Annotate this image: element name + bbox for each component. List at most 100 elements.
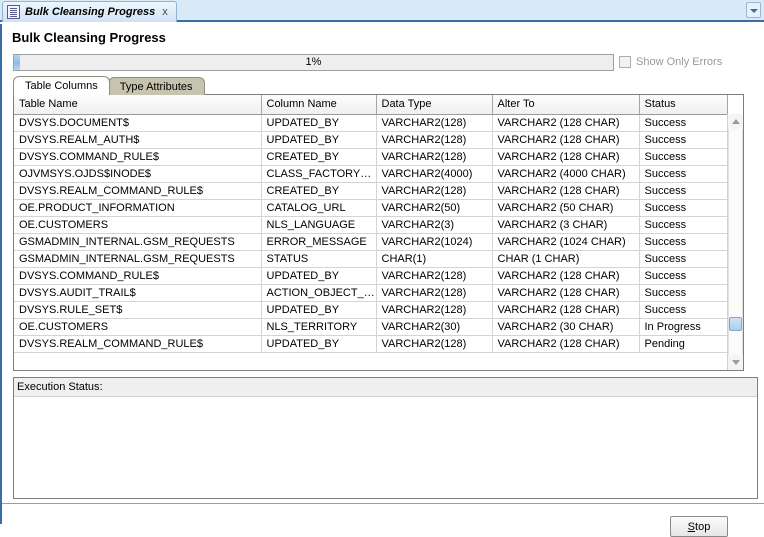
column-header-table-name[interactable]: Table Name bbox=[14, 95, 262, 115]
table-cell-c4: Success bbox=[639, 148, 728, 166]
table-cell-c3: VARCHAR2 (128 CHAR) bbox=[492, 114, 640, 132]
table-cell-c1: UPDATED_BY bbox=[261, 267, 377, 285]
table-cell-c4: Success bbox=[639, 284, 728, 302]
table-row[interactable]: DVSYS.REALM_COMMAND_RULE$ UPDATED_BY VARCH… bbox=[14, 335, 728, 353]
table-cell-c0: DVSYS.COMMAND_RULE$ bbox=[14, 148, 262, 166]
table-cell-c3: VARCHAR2 (128 CHAR) bbox=[492, 335, 640, 353]
table-cell-c1: ERROR_MESSAGE bbox=[261, 233, 377, 251]
table-cell-c3: VARCHAR2 (128 CHAR) bbox=[492, 267, 640, 285]
table-cell-c1: NLS_LANGUAGE bbox=[261, 216, 377, 234]
table-cell-c4: Success bbox=[639, 165, 728, 183]
results-table-container: Table Name Column Name Data Type Alter T… bbox=[13, 94, 744, 371]
column-header-column-name[interactable]: Column Name bbox=[261, 95, 377, 115]
stop-button[interactable]: Stop bbox=[670, 516, 728, 537]
table-cell-c3: VARCHAR2 (4000 CHAR) bbox=[492, 165, 640, 183]
table-row[interactable]: DVSYS.COMMAND_RULE$ CREATED_BY VARCHAR2(12… bbox=[14, 148, 728, 166]
table-cell-c2: VARCHAR2(128) bbox=[376, 114, 493, 132]
stop-button-label: Stop bbox=[688, 521, 711, 533]
document-tab-label: Bulk Cleansing Progress bbox=[25, 6, 156, 18]
table-cell-c0: DVSYS.REALM_AUTH$ bbox=[14, 131, 262, 149]
column-header-data-type[interactable]: Data Type bbox=[376, 95, 493, 115]
table-row[interactable]: OE.PRODUCT_INFORMATION CATALOG_URL VARCHAR… bbox=[14, 199, 728, 217]
table-cell-c2: VARCHAR2(4000) bbox=[376, 165, 493, 183]
table-cell-c4: Pending bbox=[639, 335, 728, 353]
execution-status-label: Execution Status: bbox=[14, 378, 757, 397]
table-cell-c1: STATUS bbox=[261, 250, 377, 268]
table-cell-c1: ACTION_OBJECT_NA... bbox=[261, 284, 377, 302]
table-cell-c4: Success bbox=[639, 182, 728, 200]
table-cell-c0: OE.PRODUCT_INFORMATION bbox=[14, 199, 262, 217]
document-tab-bulk-cleansing-progress[interactable]: Bulk Cleansing Progress x bbox=[2, 1, 177, 22]
table-cell-c3: VARCHAR2 (128 CHAR) bbox=[492, 182, 640, 200]
table-row[interactable]: OE.CUSTOMERS NLS_LANGUAGE VARCHAR2(3) VARCH… bbox=[14, 216, 728, 234]
table-cell-c3: VARCHAR2 (128 CHAR) bbox=[492, 301, 640, 319]
table-vertical-scrollbar[interactable] bbox=[727, 114, 743, 370]
table-cell-c1: CREATED_BY bbox=[261, 182, 377, 200]
table-cell-c4: Success bbox=[639, 216, 728, 234]
progress-bar-label: 1% bbox=[305, 56, 322, 68]
scroll-down-arrow-icon[interactable] bbox=[728, 355, 743, 370]
table-row[interactable]: DVSYS.REALM_COMMAND_RULE$ CREATED_BY VARCH… bbox=[14, 182, 728, 200]
table-cell-c2: VARCHAR2(128) bbox=[376, 131, 493, 149]
table-cell-c3: VARCHAR2 (3 CHAR) bbox=[492, 216, 640, 234]
document-icon bbox=[7, 5, 20, 19]
table-row[interactable]: GSMADMIN_INTERNAL.GSM_REQUESTS STATUS CHAR… bbox=[14, 250, 728, 268]
column-header-alter-to[interactable]: Alter To bbox=[492, 95, 640, 115]
footer-divider bbox=[2, 503, 764, 504]
table-row[interactable]: DVSYS.AUDIT_TRAIL$ ACTION_OBJECT_NA... VAR… bbox=[14, 284, 728, 302]
table-cell-c0: DVSYS.REALM_COMMAND_RULE$ bbox=[14, 335, 262, 353]
table-cell-c3: VARCHAR2 (1024 CHAR) bbox=[492, 233, 640, 251]
table-row[interactable]: OJVMSYS.OJDS$INODE$CLASS_FACTORY_LO...VA… bbox=[14, 165, 728, 183]
table-cell-c1: UPDATED_BY bbox=[261, 335, 377, 353]
table-cell-c1: UPDATED_BY bbox=[261, 114, 377, 132]
show-only-errors-checkbox[interactable]: Show Only Errors bbox=[619, 54, 722, 70]
table-cell-c2: VARCHAR2(128) bbox=[376, 182, 493, 200]
table-cell-c2: VARCHAR2(50) bbox=[376, 199, 493, 217]
table-cell-c2: VARCHAR2(128) bbox=[376, 267, 493, 285]
table-cell-c0: GSMADMIN_INTERNAL.GSM_REQUESTS bbox=[14, 233, 262, 251]
table-cell-c2: CHAR(1) bbox=[376, 250, 493, 268]
execution-status-panel: Execution Status: bbox=[13, 377, 758, 499]
table-cell-c0: DVSYS.COMMAND_RULE$ bbox=[14, 267, 262, 285]
column-header-status[interactable]: Status bbox=[639, 95, 728, 115]
checkbox-box-icon[interactable] bbox=[619, 56, 631, 68]
tab-type-attributes[interactable]: Type Attributes bbox=[107, 77, 205, 95]
table-cell-c0: GSMADMIN_INTERNAL.GSM_REQUESTS bbox=[14, 250, 262, 268]
table-row[interactable]: DVSYS.DOCUMENT$ UPDATED_BY VARCHAR2(128) VA… bbox=[14, 114, 728, 132]
table-cell-c4: Success bbox=[639, 114, 728, 132]
table-cell-c3: VARCHAR2 (128 CHAR) bbox=[492, 131, 640, 149]
progress-bar: 1% bbox=[13, 54, 614, 71]
tab-table-columns[interactable]: Table Columns bbox=[13, 76, 110, 95]
table-cell-c4: Success bbox=[639, 301, 728, 319]
stop-button-mnemonic: S bbox=[687, 520, 696, 533]
table-cell-c2: VARCHAR2(128) bbox=[376, 301, 493, 319]
page-title: Bulk Cleansing Progress bbox=[12, 30, 166, 45]
chevron-down-icon[interactable] bbox=[746, 2, 761, 18]
table-cell-c2: VARCHAR2(128) bbox=[376, 335, 493, 353]
table-cell-c4: Success bbox=[639, 250, 728, 268]
table-row[interactable]: DVSYS.REALM_AUTH$ UPDATED_BY VARCHAR2(128)… bbox=[14, 131, 728, 149]
table-cell-c2: VARCHAR2(30) bbox=[376, 318, 493, 336]
scroll-up-arrow-icon[interactable] bbox=[728, 114, 743, 129]
table-cell-c0: DVSYS.DOCUMENT$ bbox=[14, 114, 262, 132]
table-row[interactable]: OE.CUSTOMERS NLS_TERRITORY VARCHAR2(30) VAR… bbox=[14, 318, 728, 336]
table-row[interactable]: DVSYS.COMMAND_RULE$ UPDATED_BY VARCHAR2(12… bbox=[14, 267, 728, 285]
execution-status-text-area[interactable] bbox=[14, 397, 757, 498]
page-content: Bulk Cleansing Progress 1% Show Only Err… bbox=[0, 24, 764, 537]
stop-button-label-rest: top bbox=[695, 520, 711, 533]
table-cell-c4: Success bbox=[639, 267, 728, 285]
close-icon[interactable]: x bbox=[160, 6, 170, 18]
table-cell-c2: VARCHAR2(3) bbox=[376, 216, 493, 234]
table-cell-c1: NLS_TERRITORY bbox=[261, 318, 377, 336]
table-cell-c0: OE.CUSTOMERS bbox=[14, 318, 262, 336]
table-cell-c4: In Progress bbox=[639, 318, 728, 336]
table-cell-c3: VARCHAR2 (128 CHAR) bbox=[492, 148, 640, 166]
table-cell-c1: UPDATED_BY bbox=[261, 301, 377, 319]
scrollbar-thumb[interactable] bbox=[729, 317, 742, 331]
table-cell-c2: VARCHAR2(128) bbox=[376, 148, 493, 166]
table-cell-c4: Success bbox=[639, 199, 728, 217]
table-cell-c0: DVSYS.RULE_SET$ bbox=[14, 301, 262, 319]
table-row[interactable]: GSMADMIN_INTERNAL.GSM_REQUESTS ERROR_MESS… bbox=[14, 233, 728, 251]
table-row[interactable]: DVSYS.RULE_SET$ UPDATED_BY VARCHAR2(128) VA… bbox=[14, 301, 728, 319]
table-cell-c4: Success bbox=[639, 131, 728, 149]
